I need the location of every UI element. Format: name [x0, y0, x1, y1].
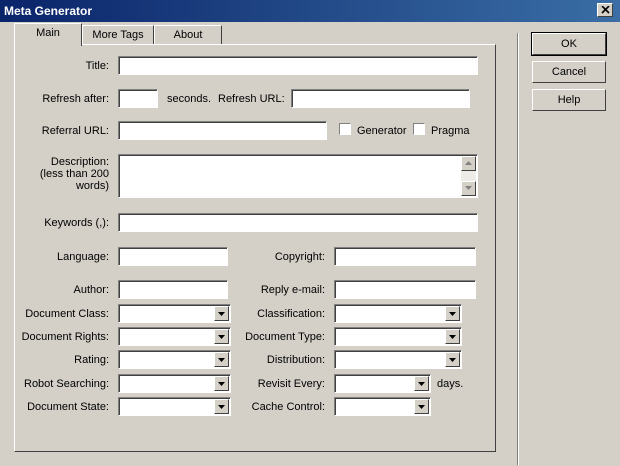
language-label: Language: [57, 251, 109, 263]
window-title: Meta Generator [4, 4, 93, 18]
refresh-url-input[interactable] [291, 89, 470, 108]
tab-about[interactable]: About [154, 25, 222, 45]
document-rights-label: Document Rights: [21, 331, 109, 343]
copyright-label: Copyright: [274, 251, 325, 263]
description-scroll-track[interactable] [461, 171, 476, 181]
dropdown-button[interactable] [214, 329, 229, 344]
tab-more-tags[interactable]: More Tags [82, 25, 154, 45]
title-label: Title: [85, 60, 109, 72]
chevron-down-icon [218, 358, 225, 362]
revisit-every-label: Revisit Every: [257, 378, 325, 390]
chevron-down-icon [218, 382, 225, 386]
language-input[interactable] [118, 247, 228, 266]
reply-email-label: Reply e-mail: [260, 284, 325, 296]
pragma-label: Pragma [431, 125, 470, 137]
close-button[interactable] [597, 3, 613, 17]
dropdown-button[interactable] [214, 306, 229, 321]
document-state-label: Document State: [27, 401, 109, 413]
seconds-label: seconds. [167, 93, 212, 105]
dropdown-button[interactable] [414, 376, 429, 391]
robot-searching-select[interactable] [118, 374, 231, 393]
cache-control-label: Cache Control: [251, 401, 325, 413]
chevron-down-icon [449, 358, 456, 362]
separator [517, 33, 519, 465]
classification-select[interactable] [334, 304, 462, 323]
title-bar[interactable]: Meta Generator [0, 0, 620, 22]
chevron-down-icon [449, 335, 456, 339]
arrow-down-icon [465, 186, 472, 190]
generator-checkbox[interactable] [339, 123, 351, 135]
close-icon [601, 6, 610, 14]
referral-url-label: Referral URL: [41, 125, 109, 137]
distribution-label: Distribution: [266, 354, 325, 366]
keywords-label: Keywords (,): [44, 217, 109, 229]
dropdown-button[interactable] [445, 352, 460, 367]
distribution-select[interactable] [334, 350, 462, 369]
cache-control-select[interactable] [334, 397, 431, 416]
dropdown-button[interactable] [214, 376, 229, 391]
chevron-down-icon [218, 312, 225, 316]
revisit-every-select[interactable] [334, 374, 431, 393]
keywords-input[interactable] [118, 213, 478, 232]
document-class-label: Document Class: [25, 308, 109, 320]
generator-label: Generator [357, 125, 407, 137]
scroll-up-button[interactable] [461, 156, 476, 171]
document-type-label: Document Type: [245, 331, 325, 343]
dropdown-button[interactable] [214, 352, 229, 367]
dropdown-button[interactable] [414, 399, 429, 414]
ok-button[interactable]: OK [531, 32, 607, 56]
document-state-select[interactable] [118, 397, 231, 416]
description-textarea[interactable] [118, 154, 478, 198]
referral-url-input[interactable] [118, 121, 327, 140]
scroll-down-button[interactable] [461, 181, 476, 196]
document-class-select[interactable] [118, 304, 231, 323]
dropdown-button[interactable] [445, 329, 460, 344]
classification-label: Classification: [257, 308, 325, 320]
chevron-down-icon [449, 312, 456, 316]
pragma-checkbox[interactable] [413, 123, 425, 135]
rating-label: Rating: [74, 354, 109, 366]
chevron-down-icon [218, 405, 225, 409]
reply-email-input[interactable] [334, 280, 476, 299]
copyright-input[interactable] [334, 247, 476, 266]
rating-select[interactable] [118, 350, 231, 369]
tab-main[interactable]: Main [14, 23, 82, 46]
robot-searching-label: Robot Searching: [24, 378, 109, 390]
title-input[interactable] [118, 56, 478, 75]
document-rights-select[interactable] [118, 327, 231, 346]
author-input[interactable] [118, 280, 228, 299]
cancel-button[interactable]: Cancel [532, 61, 606, 83]
refresh-after-label: Refresh after: [42, 93, 109, 105]
document-type-select[interactable] [334, 327, 462, 346]
chevron-down-icon [418, 405, 425, 409]
days-label: days. [437, 378, 464, 390]
chevron-down-icon [218, 335, 225, 339]
refresh-url-label: Refresh URL: [218, 93, 285, 105]
dropdown-button[interactable] [214, 399, 229, 414]
author-label: Author: [73, 284, 109, 296]
description-label-line3: words) [75, 180, 109, 192]
refresh-after-input[interactable] [118, 89, 158, 108]
help-button[interactable]: Help [532, 89, 606, 111]
chevron-down-icon [418, 382, 425, 386]
dropdown-button[interactable] [445, 306, 460, 321]
arrow-up-icon [465, 161, 472, 165]
